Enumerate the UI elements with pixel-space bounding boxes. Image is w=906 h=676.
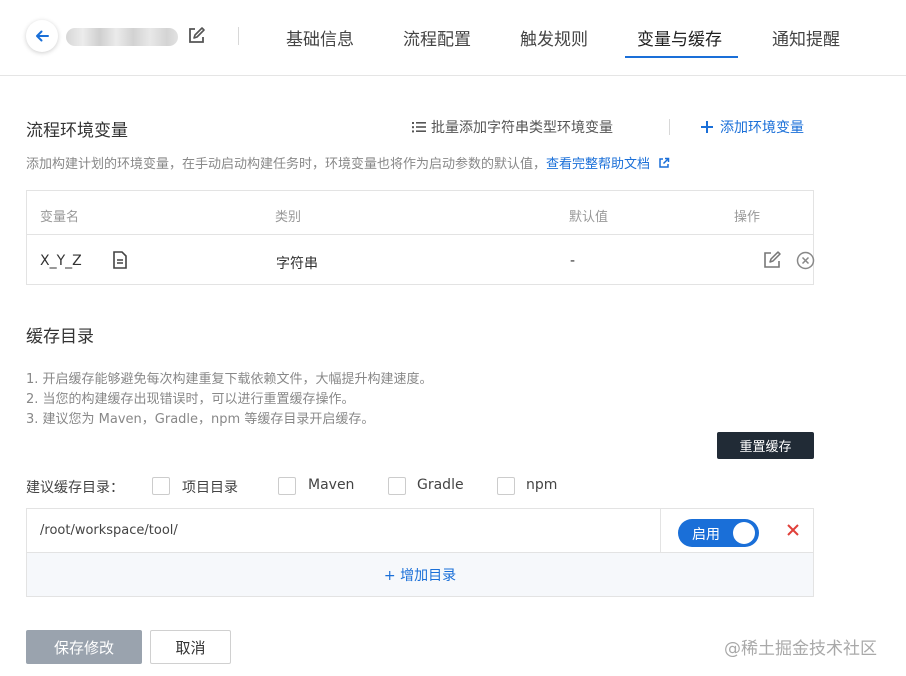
cache-dir-input[interactable] — [27, 509, 661, 552]
cache-tip: 1. 开启缓存能够避免每次构建重复下载依赖文件，大幅提升构建速度。 — [26, 372, 433, 387]
env-section-title: 流程环境变量 — [26, 121, 128, 141]
project-name-redacted — [66, 28, 178, 46]
checkbox-project-dir[interactable] — [152, 477, 170, 495]
delete-circle-icon[interactable] — [796, 251, 815, 270]
var-name: X_Y_Z — [40, 253, 82, 269]
col-default-header: 默认值 — [569, 210, 609, 225]
add-dir-button[interactable]: + 增加目录 — [27, 552, 813, 596]
bulk-add-env-button[interactable]: 批量添加字符串类型环境变量 — [412, 117, 613, 137]
bulk-add-label: 批量添加字符串类型环境变量 — [431, 120, 613, 136]
list-icon — [412, 122, 426, 133]
cache-tip: 3. 建议您为 Maven，Gradle，npm 等缓存目录开启缓存。 — [26, 412, 375, 427]
watermark: @稀土掘金技术社区 — [724, 639, 877, 659]
checkbox-npm[interactable] — [497, 477, 515, 495]
reset-cache-button[interactable]: 重置缓存 — [717, 432, 814, 459]
tab-basic-info[interactable]: 基础信息 — [286, 25, 354, 50]
header-divider — [238, 27, 239, 45]
var-default: - — [570, 253, 576, 269]
edit-name-icon[interactable] — [186, 26, 206, 46]
cache-section-title: 缓存目录 — [26, 327, 94, 347]
checkbox-maven[interactable] — [278, 477, 296, 495]
cache-dir-list: 启用 + 增加目录 — [26, 508, 814, 597]
checkbox-gradle-label[interactable]: Gradle — [417, 477, 464, 493]
cache-tip: 2. 当您的构建缓存出现错误时，可以进行重置缓存操作。 — [26, 392, 355, 407]
cache-tips: 1. 开启缓存能够避免每次构建重复下载依赖文件，大幅提升构建速度。 2. 当您的… — [26, 370, 433, 430]
add-env-label: 添加环境变量 — [720, 120, 804, 136]
checkbox-project-dir-label[interactable]: 项目目录 — [182, 477, 238, 497]
table-header: 变量名 类别 默认值 操作 — [27, 191, 813, 235]
help-doc-link[interactable]: 查看完整帮助文档 — [546, 157, 670, 172]
close-icon[interactable] — [786, 523, 800, 537]
checkbox-gradle[interactable] — [388, 477, 406, 495]
col-name-header: 变量名 — [40, 210, 80, 225]
col-actions-header: 操作 — [734, 210, 761, 225]
top-bar: 基础信息 流程配置 触发规则 变量与缓存 通知提醒 — [0, 0, 906, 76]
suggested-dirs-label: 建议缓存目录： — [26, 480, 124, 496]
tab-pipeline-config[interactable]: 流程配置 — [403, 25, 471, 50]
env-description-text: 添加构建计划的环境变量，在手动启动构建任务时，环境变量也将作为启动参数的默认值， — [26, 157, 547, 172]
toggle-label: 启用 — [692, 527, 720, 543]
external-link-icon — [659, 157, 670, 168]
env-variables-table: 变量名 类别 默认值 操作 X_Y_Z 字符串 - — [26, 190, 815, 285]
document-icon — [113, 251, 127, 269]
back-button[interactable] — [26, 20, 58, 52]
checkbox-maven-label[interactable]: Maven — [308, 477, 354, 493]
env-description: 添加构建计划的环境变量，在手动启动构建任务时，环境变量也将作为启动参数的默认值，… — [26, 153, 670, 172]
edit-icon[interactable] — [763, 251, 781, 269]
toggle-knob — [733, 522, 755, 544]
save-button[interactable]: 保存修改 — [26, 630, 142, 664]
plus-icon — [701, 121, 713, 133]
cancel-button[interactable]: 取消 — [150, 630, 231, 664]
tab-variables-cache[interactable]: 变量与缓存 — [637, 25, 722, 50]
tab-trigger-rules[interactable]: 触发规则 — [520, 25, 588, 50]
action-separator — [669, 119, 670, 135]
col-type-header: 类别 — [275, 210, 302, 225]
tab-notifications[interactable]: 通知提醒 — [772, 25, 840, 50]
help-doc-label: 查看完整帮助文档 — [546, 157, 651, 172]
add-env-button[interactable]: 添加环境变量 — [700, 117, 804, 137]
enable-toggle[interactable]: 启用 — [678, 519, 759, 547]
active-tab-indicator — [625, 56, 738, 58]
checkbox-npm-label[interactable]: npm — [526, 477, 557, 493]
var-type: 字符串 — [276, 256, 318, 272]
arrow-left-icon — [36, 30, 49, 42]
